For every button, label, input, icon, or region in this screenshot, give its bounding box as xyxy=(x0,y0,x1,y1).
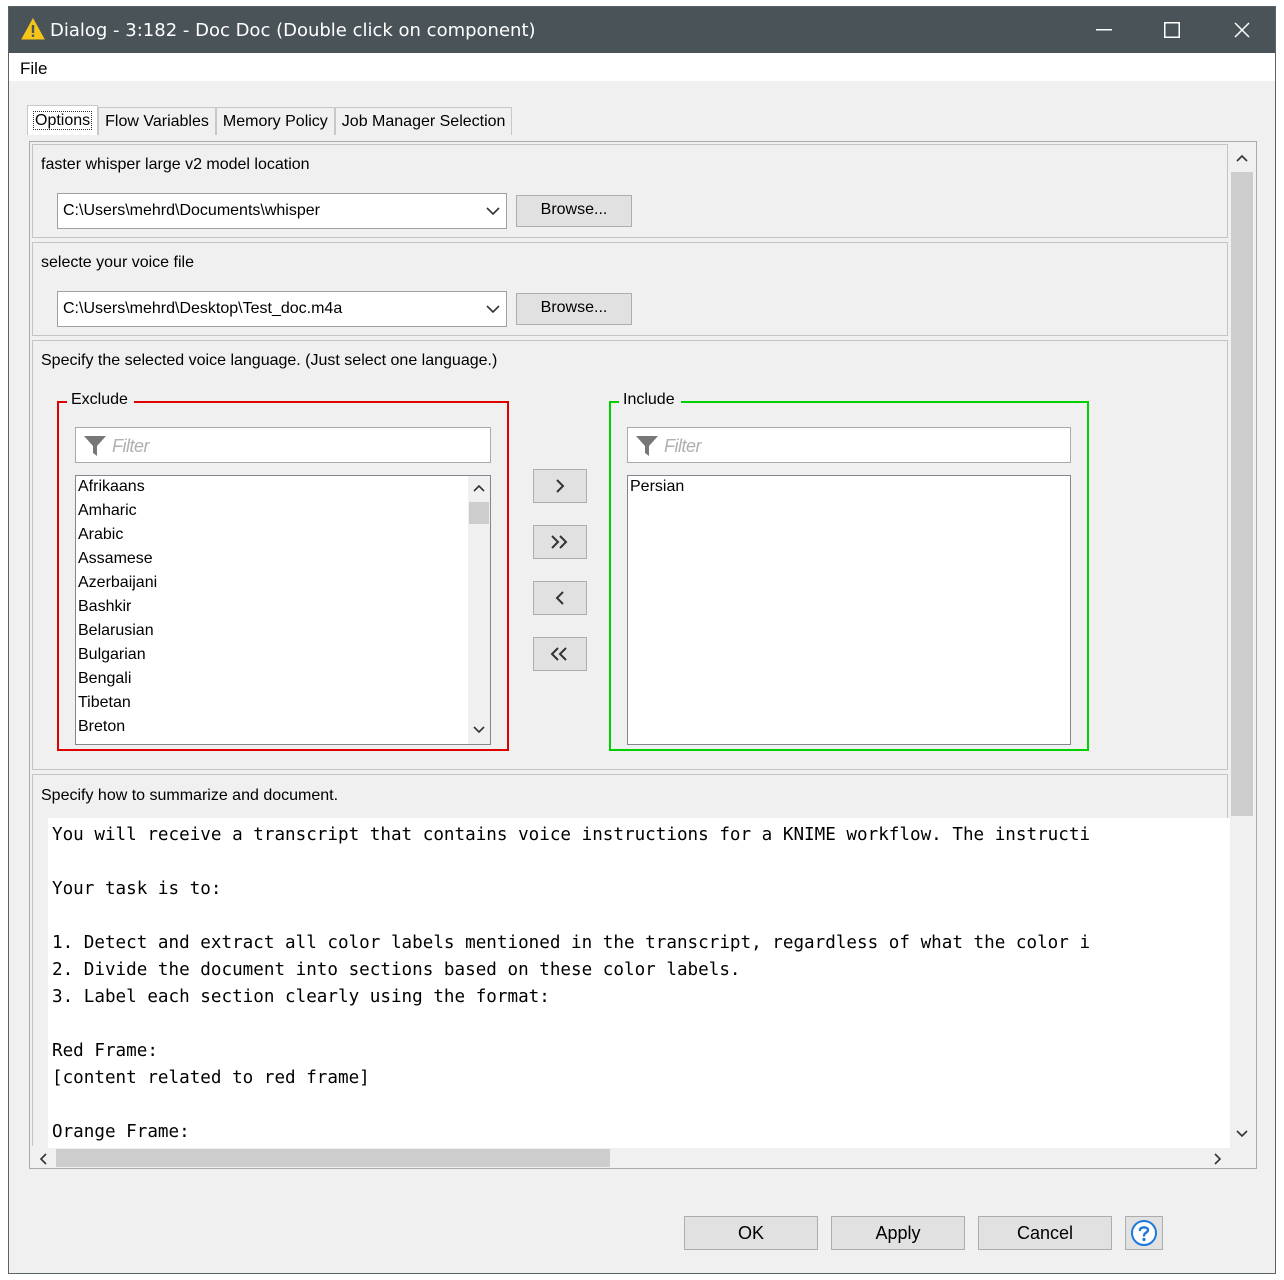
include-filter-placeholder: Filter xyxy=(664,436,702,456)
model-path-combo[interactable]: C:\Users\mehrd\Documents\whisper xyxy=(57,193,507,229)
add-button[interactable] xyxy=(533,469,587,503)
minimize-button[interactable] xyxy=(1069,7,1139,53)
model-browse-button[interactable]: Browse... xyxy=(516,195,632,227)
exclude-list[interactable]: Afrikaans Amharic Arabic Assamese Azerba… xyxy=(75,475,491,745)
chevron-left-icon xyxy=(555,591,564,605)
list-item[interactable]: Bulgarian xyxy=(76,644,490,668)
include-legend: Include xyxy=(619,391,681,409)
exclude-filter-input[interactable]: Filter xyxy=(75,427,491,463)
window-title: Dialog - 3:182 - Doc Doc (Double click o… xyxy=(50,20,536,41)
include-group: Include Filter Persian xyxy=(609,391,1089,751)
list-item[interactable]: Amharic xyxy=(76,500,490,524)
summary-text: You will receive a transcript that conta… xyxy=(52,825,1091,1142)
chevron-down-icon xyxy=(486,305,500,314)
scroll-up-icon xyxy=(473,484,485,492)
include-filter-input[interactable]: Filter xyxy=(627,427,1071,463)
tab-bar: Options Flow Variables Memory Policy Job… xyxy=(27,105,513,135)
cancel-button[interactable]: Cancel xyxy=(978,1216,1112,1250)
remove-all-button[interactable] xyxy=(533,637,587,671)
summary-textarea[interactable]: You will receive a transcript that conta… xyxy=(48,818,1232,1148)
tab-options[interactable]: Options xyxy=(27,105,99,135)
menu-file[interactable]: File xyxy=(20,59,47,79)
apply-button[interactable]: Apply xyxy=(831,1216,965,1250)
list-item[interactable]: Persian xyxy=(628,476,1070,500)
chevron-down-icon xyxy=(486,207,500,216)
filter-icon xyxy=(636,436,658,456)
list-item[interactable]: Belarusian xyxy=(76,620,490,644)
exclude-scroll-thumb[interactable] xyxy=(469,502,489,524)
exclude-filter-placeholder: Filter xyxy=(112,436,150,456)
help-icon xyxy=(1131,1220,1157,1246)
include-list[interactable]: Persian xyxy=(627,475,1071,745)
exclude-list-scrollbar[interactable] xyxy=(468,476,490,744)
voice-file-section: selecte your voice file C:\Users\mehrd\D… xyxy=(32,242,1228,336)
vertical-scrollbar[interactable] xyxy=(1230,144,1254,1148)
model-path-value: C:\Users\mehrd\Documents\whisper xyxy=(63,202,320,219)
scroll-right-icon xyxy=(1214,1153,1222,1165)
filter-icon xyxy=(84,436,106,456)
close-button[interactable] xyxy=(1207,7,1277,53)
list-item[interactable]: Tibetan xyxy=(76,692,490,716)
voice-browse-button[interactable]: Browse... xyxy=(516,293,632,325)
voice-path-value: C:\Users\mehrd\Desktop\Test_doc.m4a xyxy=(63,300,343,317)
voice-file-label: selecte your voice file xyxy=(41,254,194,271)
tab-flow-variables[interactable]: Flow Variables xyxy=(98,107,216,135)
knime-warning-icon xyxy=(21,18,45,40)
ok-button[interactable]: OK xyxy=(684,1216,818,1250)
maximize-icon xyxy=(1164,22,1180,38)
tab-memory-policy[interactable]: Memory Policy xyxy=(215,107,335,135)
tab-job-manager-label: Job Manager Selection xyxy=(341,113,506,130)
double-chevron-left-icon xyxy=(550,647,567,661)
list-item[interactable]: Azerbaijani xyxy=(76,572,490,596)
vertical-scroll-thumb[interactable] xyxy=(1231,172,1253,816)
tab-job-manager-selection[interactable]: Job Manager Selection xyxy=(334,107,513,135)
language-label: Specify the selected voice language. (Ju… xyxy=(41,352,498,369)
list-item[interactable]: Bashkir xyxy=(76,596,490,620)
chevron-right-icon xyxy=(556,479,565,493)
maximize-button[interactable] xyxy=(1137,7,1207,53)
tab-memory-policy-label: Memory Policy xyxy=(222,113,328,130)
model-location-label: faster whisper large v2 model location xyxy=(41,156,310,173)
add-all-button[interactable] xyxy=(533,525,587,559)
tab-options-label: Options xyxy=(32,111,93,130)
exclude-legend: Exclude xyxy=(67,391,134,409)
horizontal-scrollbar[interactable] xyxy=(32,1148,1230,1168)
exclude-group: Exclude Filter Afrikaans Amharic Arabic … xyxy=(57,391,509,751)
help-button[interactable] xyxy=(1125,1216,1163,1250)
double-chevron-right-icon xyxy=(551,535,568,549)
menu-bar: File xyxy=(9,53,1275,81)
summary-label: Specify how to summarize and document. xyxy=(41,787,339,804)
list-item[interactable]: Bengali xyxy=(76,668,490,692)
options-panel: faster whisper large v2 model location C… xyxy=(29,141,1257,1169)
list-item[interactable]: Assamese xyxy=(76,548,490,572)
scroll-down-icon xyxy=(473,726,485,734)
tab-flow-variables-label: Flow Variables xyxy=(105,113,209,130)
language-section: Specify the selected voice language. (Ju… xyxy=(32,340,1228,770)
title-bar[interactable]: Dialog - 3:182 - Doc Doc (Double click o… xyxy=(9,7,1275,53)
voice-path-combo[interactable]: C:\Users\mehrd\Desktop\Test_doc.m4a xyxy=(57,291,507,327)
minimize-icon xyxy=(1096,29,1112,31)
list-item[interactable]: Breton xyxy=(76,716,490,740)
list-item[interactable]: Afrikaans xyxy=(76,476,490,500)
dialog-window: Dialog - 3:182 - Doc Doc (Double click o… xyxy=(8,6,1276,1274)
scroll-up-icon xyxy=(1236,154,1248,162)
list-item[interactable]: Arabic xyxy=(76,524,490,548)
model-location-section: faster whisper large v2 model location C… xyxy=(32,144,1228,238)
horizontal-scroll-thumb[interactable] xyxy=(56,1149,610,1167)
scroll-left-icon xyxy=(39,1153,47,1165)
scroll-down-icon xyxy=(1236,1130,1248,1138)
close-icon xyxy=(1234,22,1250,38)
remove-button[interactable] xyxy=(533,581,587,615)
